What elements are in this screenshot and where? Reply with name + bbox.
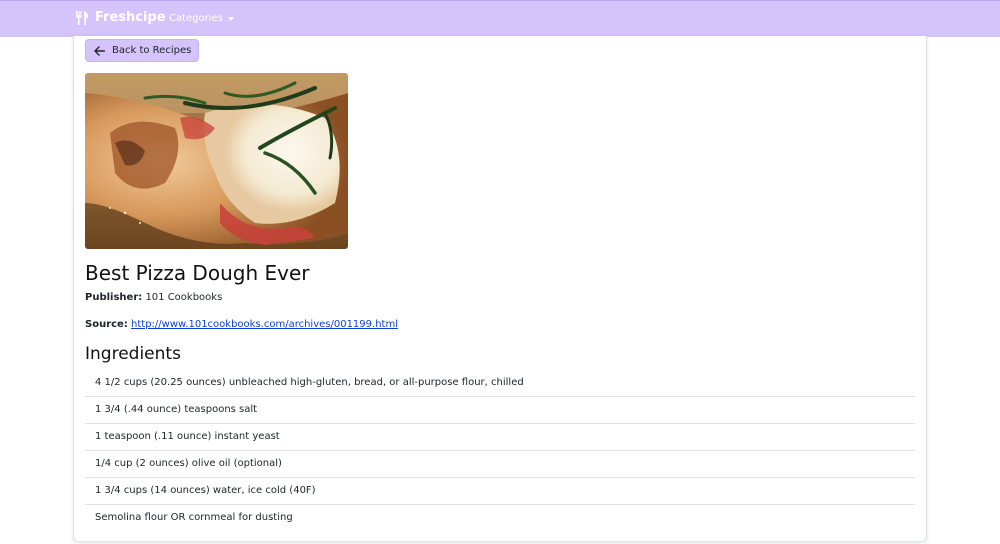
- publisher-line: Publisher: 101 Cookbooks: [85, 292, 222, 303]
- pizza-photo: [85, 73, 348, 249]
- brand-link[interactable]: Freshcipe: [75, 10, 166, 25]
- source-line: Source: http://www.101cookbooks.com/arch…: [85, 319, 398, 330]
- ingredients-heading: Ingredients: [85, 344, 181, 364]
- ingredient-item: 1 3/4 cups (14 ounces) water, ice cold (…: [85, 478, 915, 505]
- source-label: Source:: [85, 319, 128, 330]
- categories-dropdown[interactable]: Categories: [169, 13, 234, 24]
- ingredient-item: 1/4 cup (2 ounces) olive oil (optional): [85, 451, 915, 478]
- ingredients-list: 4 1/2 cups (20.25 ounces) unbleached hig…: [85, 370, 915, 531]
- ingredient-item: Semolina flour OR cornmeal for dusting: [95, 512, 293, 523]
- utensils-icon: [76, 10, 88, 25]
- publisher-label: Publisher:: [85, 292, 143, 303]
- back-to-recipes-button[interactable]: Back to Recipes: [85, 39, 200, 62]
- brand-name: Freshcipe: [95, 10, 166, 25]
- source-link[interactable]: http://www.101cookbooks.com/archives/001…: [131, 319, 398, 330]
- caret-down-icon: [227, 16, 234, 21]
- back-button-label: Back to Recipes: [112, 45, 192, 56]
- ingredient-item: 1 3/4 (.44 ounce) teaspoons salt: [85, 397, 915, 424]
- arrow-left-icon: [94, 45, 105, 56]
- recipe-image: [85, 73, 348, 249]
- ingredient-item: 1 teaspoon (.11 ounce) instant yeast: [85, 424, 915, 451]
- navbar: Freshcipe Categories: [0, 0, 1000, 37]
- categories-label: Categories: [169, 13, 223, 24]
- publisher-value: 101 Cookbooks: [145, 292, 223, 303]
- recipe-title: Best Pizza Dough Ever: [85, 261, 310, 285]
- recipe-card: Back to Recipes Best Pizza Dough Ever Pu…: [73, 36, 927, 542]
- ingredient-item: 4 1/2 cups (20.25 ounces) unbleached hig…: [85, 370, 915, 397]
